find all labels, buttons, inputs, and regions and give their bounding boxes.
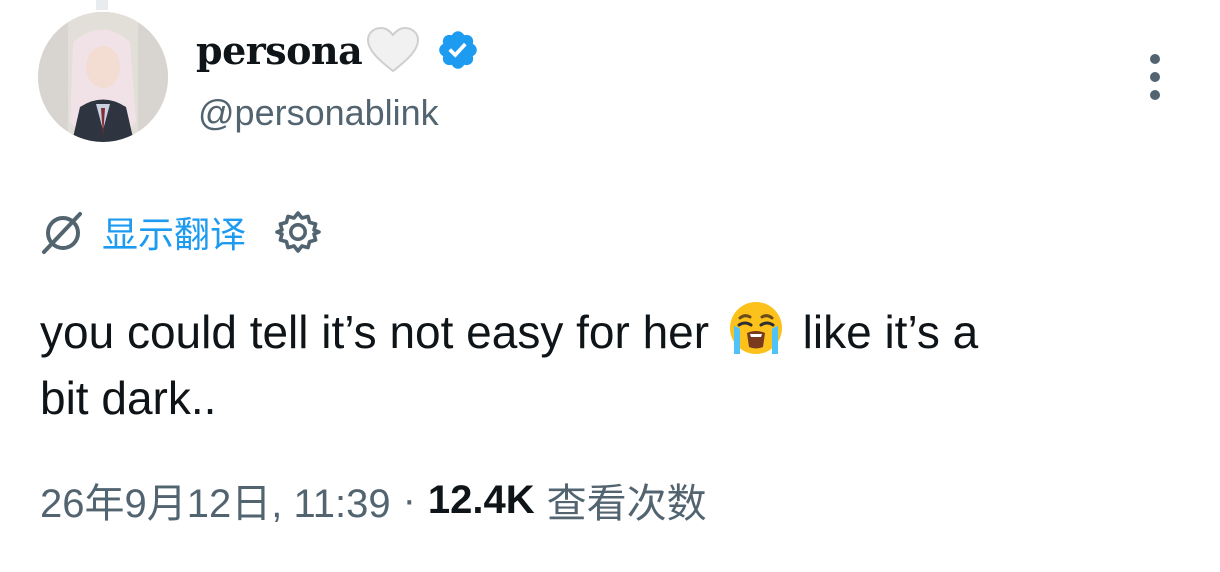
tweet-text-line-1: you could tell it’s not easy for her lik… bbox=[40, 298, 1190, 365]
white-heart-icon bbox=[367, 26, 420, 73]
tweet-text-line-2: bit dark.. bbox=[40, 372, 217, 424]
more-options-icon[interactable] bbox=[1140, 54, 1170, 100]
timestamp[interactable]: 26年9月12日, 11:39 bbox=[40, 471, 391, 529]
translate-row: 显示翻译 bbox=[38, 206, 322, 258]
avatar-image bbox=[38, 12, 168, 142]
avatar[interactable] bbox=[38, 12, 168, 142]
show-translation-link[interactable]: 显示翻译 bbox=[102, 206, 246, 258]
tweet-text-part-2: like it’s a bbox=[802, 306, 979, 358]
top-edge-fragment bbox=[96, 0, 108, 10]
loudly-crying-face-icon bbox=[729, 302, 782, 354]
view-count-label: 查看次数 bbox=[546, 482, 707, 526]
dot bbox=[1150, 54, 1160, 64]
tweet-text: you could tell it’s not easy for her lik… bbox=[40, 298, 1190, 431]
verified-badge-icon[interactable] bbox=[436, 28, 480, 72]
tweet-text-part-1: you could tell it’s not easy for her bbox=[40, 306, 710, 358]
view-count: 12.4K bbox=[427, 477, 535, 522]
meta-separator: · bbox=[402, 477, 416, 522]
dot bbox=[1150, 72, 1160, 82]
tweet-meta: 26年9月12日, 11:39 · 12.4K 查看次数 bbox=[40, 470, 707, 530]
dot bbox=[1150, 90, 1160, 100]
author-display-name[interactable]: persona bbox=[196, 28, 363, 73]
globe-icon bbox=[42, 212, 82, 254]
gear-icon[interactable] bbox=[274, 208, 322, 256]
author-name-row[interactable]: persona bbox=[196, 18, 480, 82]
author-handle[interactable]: @personablink bbox=[198, 92, 439, 134]
